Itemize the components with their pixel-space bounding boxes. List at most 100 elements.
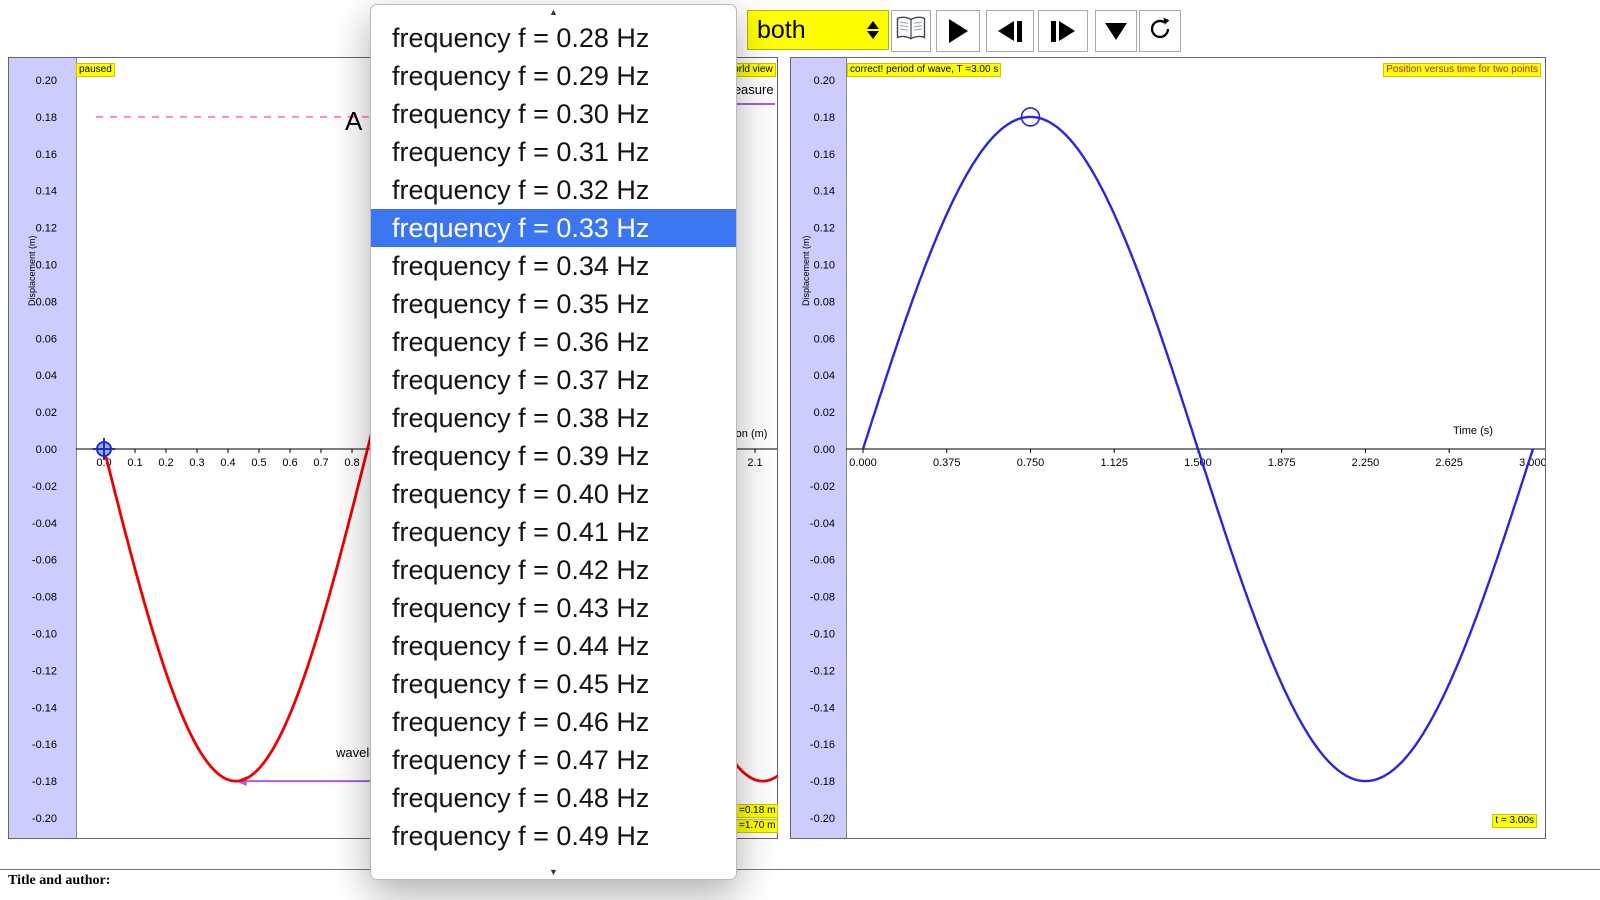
- step-back-button[interactable]: [986, 10, 1034, 52]
- y-tick-label: -0.06: [810, 555, 835, 567]
- freq-option[interactable]: frequency f = 0.34 Hz: [371, 247, 736, 285]
- y-tick-label: 0.10: [814, 260, 835, 272]
- book-icon: [895, 15, 927, 47]
- freq-option[interactable]: frequency f = 0.45 Hz: [371, 665, 736, 703]
- amplitude-label[interactable]: A: [345, 106, 362, 137]
- step-forward-button[interactable]: [1038, 10, 1088, 52]
- y-tick-label: -0.08: [32, 592, 57, 604]
- freq-option[interactable]: frequency f = 0.40 Hz: [371, 475, 736, 513]
- time-axis-label: Time (s): [1453, 425, 1493, 437]
- y-tick-label: 0.18: [814, 112, 835, 124]
- freq-option[interactable]: frequency f = 0.36 Hz: [371, 323, 736, 361]
- freq-option[interactable]: frequency f = 0.31 Hz: [371, 133, 736, 171]
- freq-option[interactable]: frequency f = 0.29 Hz: [371, 57, 736, 95]
- freq-option[interactable]: frequency f = 0.30 Hz: [371, 95, 736, 133]
- step-back-icon: [998, 21, 1014, 41]
- y-tick-label: 0.16: [36, 149, 57, 161]
- y-tick-label: -0.06: [32, 555, 57, 567]
- y-tick-label: 0.06: [814, 333, 835, 345]
- x-tick-label: 3.000: [1519, 457, 1545, 469]
- y-tick-label: 0.20: [814, 75, 835, 87]
- book-button[interactable]: [891, 10, 931, 52]
- wavelength-readout-badge: =1.70 m: [736, 819, 779, 833]
- play-icon: [948, 19, 968, 43]
- scroll-up-icon[interactable]: ▲: [371, 5, 736, 19]
- freq-option[interactable]: frequency f = 0.38 Hz: [371, 399, 736, 437]
- y-tick-label: 0.20: [36, 75, 57, 87]
- y-tick-label: 0.04: [814, 370, 835, 382]
- y-tick-label: 0.10: [36, 260, 57, 272]
- play-button[interactable]: [936, 10, 980, 52]
- y-tick-label: 0.00: [814, 444, 835, 456]
- down-arrow-button[interactable]: [1095, 10, 1137, 52]
- x-tick-label: 0.7: [313, 457, 328, 469]
- y-tick-label: 0.12: [814, 223, 835, 235]
- x-tick-label: 2.625: [1435, 457, 1463, 469]
- reset-icon: [1147, 16, 1173, 47]
- freq-option[interactable]: frequency f = 0.47 Hz: [371, 741, 736, 779]
- freq-option[interactable]: frequency f = 0.44 Hz: [371, 627, 736, 665]
- y-tick-label: -0.12: [32, 665, 57, 677]
- x-tick-label: 0.750: [1017, 457, 1045, 469]
- y-tick-label: -0.02: [810, 481, 835, 493]
- y-tick-label: 0.04: [36, 370, 57, 382]
- freq-option[interactable]: frequency f = 0.39 Hz: [371, 437, 736, 475]
- x-tick-label: 0.5: [251, 457, 266, 469]
- freq-option[interactable]: frequency f = 0.33 Hz: [371, 209, 736, 247]
- y-tick-label: 0.08: [814, 296, 835, 308]
- y-tick-label: -0.04: [810, 518, 835, 530]
- x-tick-label: 0.2: [158, 457, 173, 469]
- freq-option[interactable]: frequency f = 0.46 Hz: [371, 703, 736, 741]
- y-tick-label: -0.20: [32, 813, 57, 825]
- y-tick-label: -0.20: [810, 813, 835, 825]
- graph-plot-svg: 0.000 0.375 0.750 1.125 1.500 1.875 2.250 2.625…: [810, 75, 1545, 825]
- freq-option[interactable]: frequency f = 0.41 Hz: [371, 513, 736, 551]
- down-triangle-icon: [1105, 22, 1127, 40]
- y-tick-label: 0.18: [36, 112, 57, 124]
- x-tick-label: 0.000: [849, 457, 877, 469]
- x-tick-label: 2.250: [1352, 457, 1380, 469]
- y-tick-label: 0.14: [36, 186, 57, 198]
- y-tick-label: 0.06: [36, 333, 57, 345]
- title-author-label: Title and author:: [8, 873, 111, 888]
- correct-period-badge: correct! period of wave, T =3.00 s: [847, 63, 1002, 77]
- freq-option[interactable]: frequency f = 0.49 Hz: [371, 817, 736, 855]
- x-tick-label: 1.125: [1100, 457, 1128, 469]
- x-tick-label: 1.875: [1268, 457, 1296, 469]
- paused-badge: paused: [76, 63, 115, 77]
- select-stepper-icon: [867, 20, 879, 40]
- y-tick-label: -0.10: [810, 629, 835, 641]
- freq-option[interactable]: frequency f = 0.37 Hz: [371, 361, 736, 399]
- y-tick-label: 0.02: [814, 407, 835, 419]
- y-tick-label: -0.18: [32, 776, 57, 788]
- step-forward-icon: [1059, 21, 1075, 41]
- x-tick-label: 1.500: [1184, 457, 1212, 469]
- y-tick-label: 0.02: [36, 407, 57, 419]
- freq-option[interactable]: frequency f = 0.42 Hz: [371, 551, 736, 589]
- y-tick-label: -0.16: [32, 739, 57, 751]
- freq-option[interactable]: frequency f = 0.48 Hz: [371, 779, 736, 817]
- frequency-dropdown-menu[interactable]: ▲ frequency f = 0.28 Hz frequency f = 0.2…: [370, 4, 737, 880]
- y-tick-label: -0.12: [810, 665, 835, 677]
- x-tick-label: 0.1: [127, 457, 142, 469]
- footer-divider: [0, 869, 1600, 870]
- y-tick-label: 0.00: [36, 444, 57, 456]
- y-tick-label: -0.18: [810, 776, 835, 788]
- y-tick-label: -0.02: [32, 481, 57, 493]
- freq-option[interactable]: frequency f = 0.43 Hz: [371, 589, 736, 627]
- freq-option[interactable]: frequency f = 0.35 Hz: [371, 285, 736, 323]
- time-badge: t = 3.00s: [1492, 814, 1537, 828]
- y-tick-label: -0.14: [810, 702, 835, 714]
- y-tick-label: 0.08: [36, 296, 57, 308]
- x-tick-label: 0.8: [344, 457, 359, 469]
- y-tick-label: -0.04: [32, 518, 57, 530]
- scroll-down-icon[interactable]: ▼: [371, 865, 736, 879]
- amplitude-readout-badge: =0.18 m: [736, 804, 779, 818]
- reset-button[interactable]: [1139, 10, 1181, 52]
- mode-select-value: both: [757, 15, 806, 44]
- freq-option[interactable]: frequency f = 0.28 Hz: [371, 19, 736, 57]
- y-tick-label: -0.08: [810, 592, 835, 604]
- y-tick-label: 0.16: [814, 149, 835, 161]
- mode-select[interactable]: both: [747, 10, 889, 50]
- freq-option[interactable]: frequency f = 0.32 Hz: [371, 171, 736, 209]
